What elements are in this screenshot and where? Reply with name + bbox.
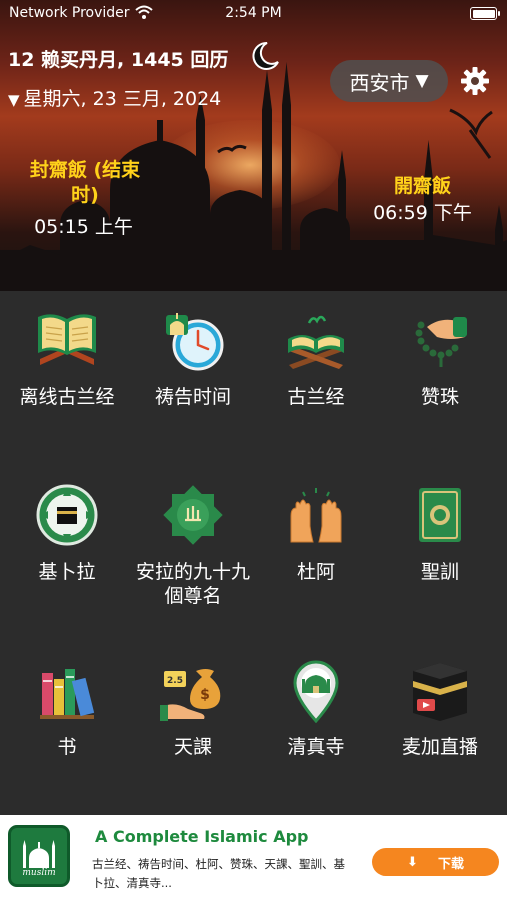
tile-label: 聖訓	[420, 561, 459, 583]
tile-prayer-times[interactable]: 祷告时间	[130, 307, 256, 409]
tile-dua[interactable]: 杜阿	[253, 482, 379, 584]
tile-label: 祷告时间	[154, 386, 231, 408]
app-logo: muslim	[8, 825, 70, 887]
dua-hands-icon	[290, 488, 342, 543]
tile-offline-quran[interactable]: 离线古兰经	[4, 307, 130, 409]
tile-label: 基卜拉	[38, 561, 96, 583]
crescent-moon-icon	[252, 41, 279, 70]
tile-zakat[interactable]: $ 2.5 天課	[130, 657, 256, 759]
iftar-time: 06:59 下午	[373, 202, 472, 224]
download-label: 下载	[437, 856, 464, 872]
download-icon: ⬇	[407, 854, 418, 870]
gregorian-date: 星期六, 23 三月, 2024	[23, 88, 222, 110]
hadith-book-icon	[419, 488, 461, 542]
gregorian-date-toggle[interactable]: ▼ 星期六, 23 三月, 2024	[8, 84, 221, 111]
mosque-pin-icon	[293, 660, 339, 723]
status-bar: Network Provider 2:54 PM	[0, 0, 507, 28]
tile-mosque[interactable]: 清真寺	[253, 657, 379, 759]
city-selector[interactable]: 西安市 ▼	[330, 60, 448, 102]
app-logo-text: muslim	[22, 868, 56, 878]
svg-text:2.5: 2.5	[167, 676, 183, 686]
qibla-compass-icon	[36, 484, 98, 546]
caret-down-icon: ▼	[8, 91, 20, 109]
tile-quran[interactable]: 古兰经	[253, 307, 379, 409]
quran-book-icon	[38, 314, 96, 365]
tile-label: 赞珠	[420, 386, 459, 408]
city-label: 西安市	[349, 70, 410, 95]
allah-names-icon	[163, 485, 223, 545]
tile-label: 安拉的九十九個尊名	[135, 561, 250, 607]
tile-books[interactable]: 书	[4, 657, 130, 759]
quran-stand-icon	[288, 315, 344, 369]
battery-icon	[470, 7, 500, 20]
tile-label: 麦加直播	[401, 736, 478, 758]
tile-label: 书	[57, 736, 77, 758]
tile-99-names[interactable]: 安拉的九十九個尊名	[130, 482, 256, 608]
iftar-label: 開齋飯	[393, 175, 451, 197]
tile-label: 清真寺	[287, 736, 345, 758]
zakat-icon: $ 2.5	[160, 669, 221, 721]
books-icon	[40, 669, 95, 719]
download-button[interactable]: ⬇ 下载	[372, 848, 499, 876]
suhoor-label: 封齋飯 (结束时)	[29, 159, 141, 206]
svg-text:$: $	[200, 687, 210, 703]
tasbih-icon	[415, 317, 467, 367]
feature-grid: 离线古兰经 祷告时间 古兰经 赞珠 基卜拉 安拉的九十九個尊名 杜阿 聖訓 书 …	[0, 291, 507, 815]
ad-banner[interactable]: muslim A Complete Islamic App 古兰经、祷告时间、杜…	[0, 815, 507, 900]
tile-qibla[interactable]: 基卜拉	[4, 482, 130, 584]
ad-description: 古兰经、祷告时间、杜阿、赞珠、天課、聖訓、基卜拉、清真寺...	[92, 857, 345, 890]
caret-down-icon: ▼	[415, 71, 429, 91]
kaaba-live-icon	[413, 663, 467, 721]
tile-label: 古兰经	[287, 386, 345, 408]
gear-icon[interactable]	[460, 66, 490, 96]
prayer-clock-icon	[166, 313, 224, 371]
hijri-date: 12 赖买丹月, 1445 回历	[8, 49, 229, 71]
tile-label: 天課	[173, 736, 212, 758]
header-banner: Network Provider 2:54 PM 12 赖买丹月, 1445 回…	[0, 0, 507, 291]
tile-tasbih[interactable]: 赞珠	[377, 307, 503, 409]
tile-mecca-live[interactable]: 麦加直播	[377, 657, 503, 759]
tile-label: 杜阿	[296, 561, 335, 583]
ad-title: A Complete Islamic App	[95, 827, 309, 846]
tile-label: 离线古兰经	[19, 386, 115, 408]
suhoor-time: 05:15 上午	[34, 216, 133, 238]
tile-hadith[interactable]: 聖訓	[377, 482, 503, 584]
status-time: 2:54 PM	[225, 5, 282, 21]
